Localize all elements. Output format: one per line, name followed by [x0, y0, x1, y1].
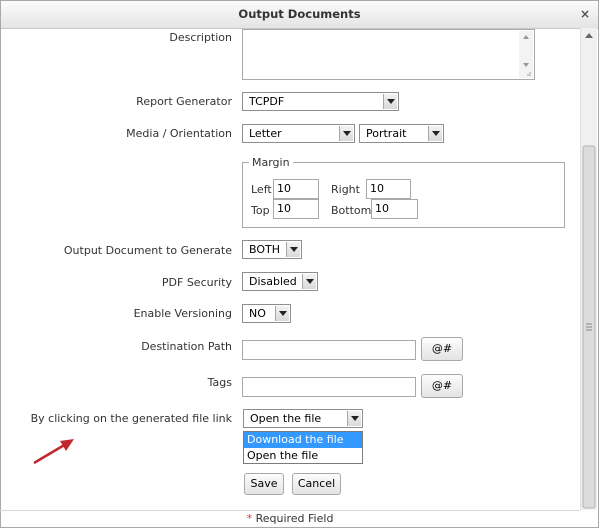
report-generator-value: TCPDF: [249, 95, 285, 108]
report-generator-select[interactable]: TCPDF: [242, 92, 399, 111]
chevron-down-icon: [383, 94, 397, 109]
option-download-file[interactable]: Download the file: [244, 432, 362, 448]
margin-bottom-label: Bottom: [331, 204, 372, 217]
close-icon[interactable]: ×: [580, 1, 590, 28]
required-asterisk: *: [246, 512, 253, 525]
file-link-label: By clicking on the generated file link: [30, 412, 232, 425]
chevron-down-icon: [286, 242, 300, 257]
pdf-security-label: PDF Security: [161, 276, 232, 289]
chevron-down-icon: [428, 126, 442, 141]
versioning-value: NO: [249, 307, 266, 320]
margin-legend: Margin: [249, 156, 293, 169]
margin-top-label: Top: [251, 204, 270, 217]
file-link-dropdown: Download the file Open the file: [243, 431, 363, 464]
description-textarea[interactable]: [242, 29, 535, 80]
margin-right-label: Right: [331, 183, 360, 196]
dialog-titlebar: Output Documents ×: [1, 1, 598, 29]
chevron-down-icon: [339, 126, 353, 141]
save-button[interactable]: Save: [244, 473, 284, 495]
required-field-text: Required Field: [255, 512, 334, 525]
tags-input[interactable]: [242, 377, 416, 397]
output-document-select[interactable]: BOTH: [242, 240, 302, 259]
margin-left-input[interactable]: 10: [273, 179, 319, 199]
output-document-value: BOTH: [249, 243, 281, 256]
pdf-security-select[interactable]: Disabled: [242, 272, 318, 291]
tags-variable-button[interactable]: @#: [421, 374, 463, 398]
versioning-select[interactable]: NO: [242, 304, 291, 323]
dialog-title: Output Documents: [238, 7, 361, 21]
scrollbar-track-icon: [582, 33, 596, 509]
cancel-button[interactable]: Cancel: [292, 473, 341, 495]
report-generator-label: Report Generator: [136, 95, 232, 108]
destination-path-input[interactable]: [242, 340, 416, 360]
chevron-down-icon: [275, 306, 289, 321]
file-link-value: Open the file: [250, 412, 322, 425]
media-orientation-label: Media / Orientation: [126, 127, 232, 140]
pdf-security-value: Disabled: [249, 275, 297, 288]
margin-right-input[interactable]: 10: [366, 179, 411, 199]
description-label: Description: [169, 31, 232, 44]
output-document-label: Output Document to Generate: [63, 244, 232, 257]
textarea-scrollbar[interactable]: [519, 31, 533, 78]
textarea-scroll-arrows-icon: [523, 35, 531, 76]
destination-variable-button[interactable]: @#: [421, 337, 463, 361]
destination-path-label: Destination Path: [141, 340, 232, 353]
media-select[interactable]: Letter: [242, 124, 355, 143]
margin-top-input[interactable]: 10: [273, 199, 319, 219]
margin-bottom-input[interactable]: 10: [371, 199, 418, 219]
margin-left-label: Left: [251, 183, 272, 196]
chevron-down-icon: [347, 411, 361, 426]
file-link-select[interactable]: Open the file: [243, 409, 363, 428]
annotation-arrow-icon: [33, 439, 74, 465]
versioning-label: Enable Versioning: [133, 307, 232, 320]
required-field-footer: * Required Field: [0, 510, 580, 527]
orientation-select[interactable]: Portrait: [359, 124, 444, 143]
tags-label: Tags: [207, 376, 232, 389]
media-value: Letter: [249, 127, 282, 140]
orientation-value: Portrait: [366, 127, 407, 140]
option-open-file[interactable]: Open the file: [244, 448, 362, 464]
chevron-down-icon: [302, 274, 316, 289]
page-scrollbar[interactable]: [580, 28, 597, 510]
